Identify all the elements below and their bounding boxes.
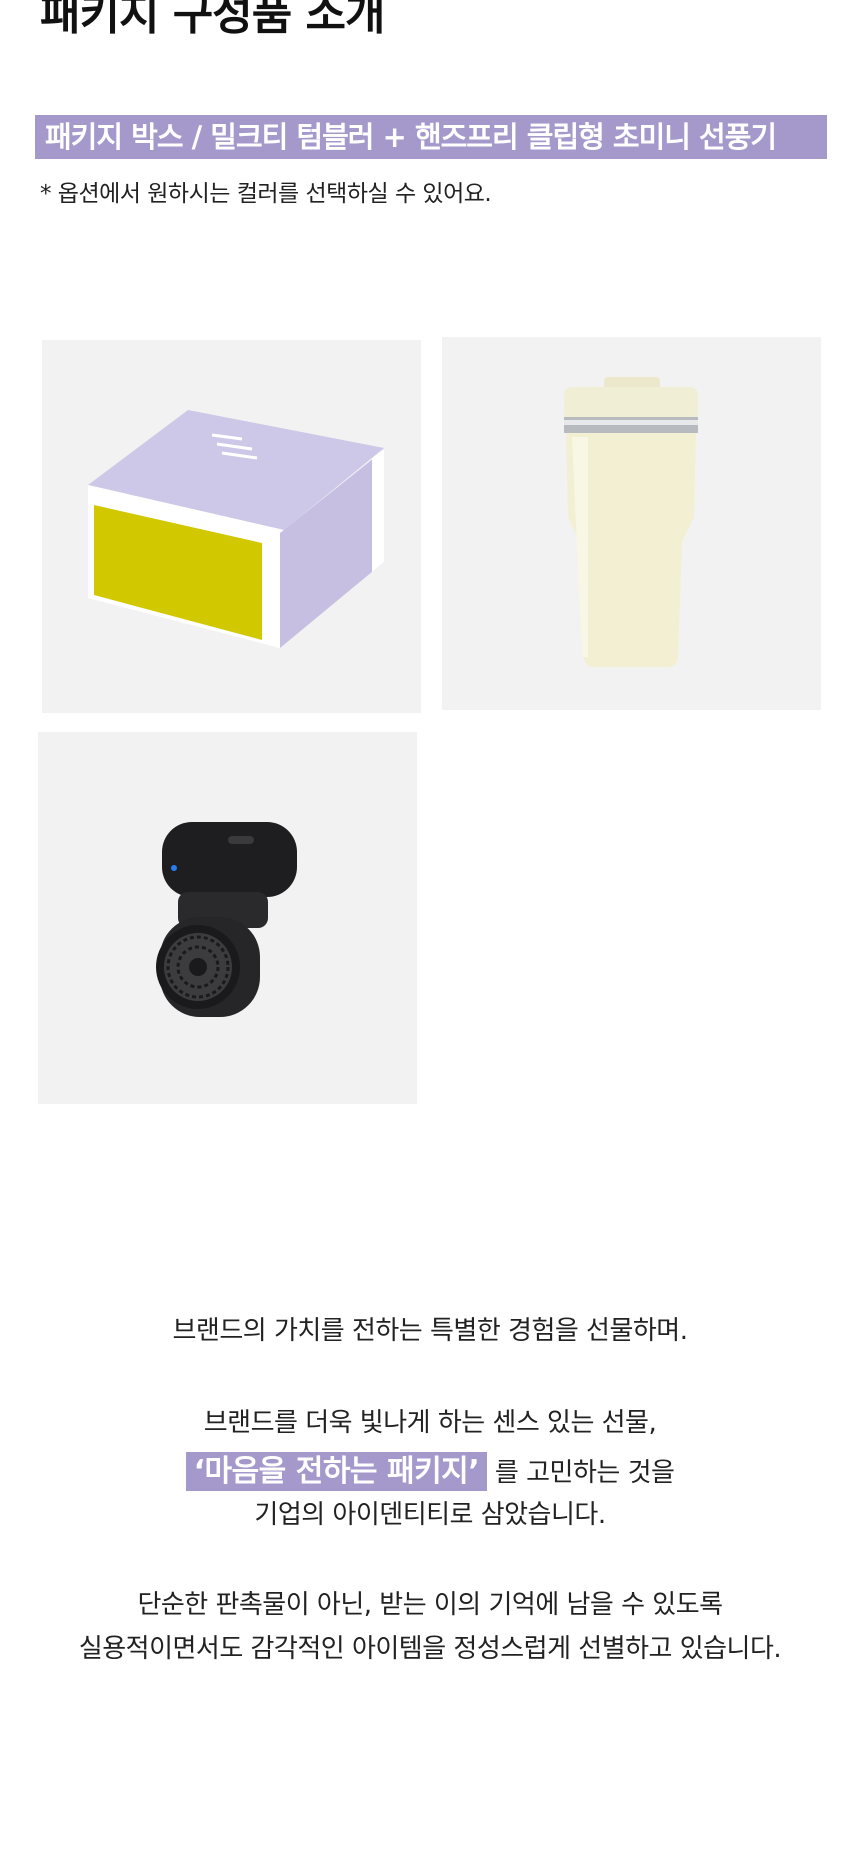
section-title: 패키지 구성품 소개	[40, 0, 385, 40]
highlight-phrase: ‘마음을 전하는 패키지’	[185, 1452, 488, 1491]
description-line-4: 기업의 아이덴티티로 삼았습니다.	[254, 1500, 606, 1530]
mini-fan-image	[38, 732, 417, 1104]
package-contents-banner: 패키지 박스 / 밀크티 텀블러 + 핸즈프리 클립형 초미니 선풍기	[35, 115, 827, 159]
tumbler-image	[442, 337, 821, 710]
package-box-image	[42, 340, 421, 713]
description-line-5: 단순한 판촉물이 아닌, 받는 이의 기억에 남을 수 있도록	[137, 1590, 723, 1620]
description-line-6: 실용적이면서도 감각적인 아이템을 정성스럽게 선별하고 있습니다.	[78, 1634, 782, 1664]
description-line-2: 브랜드를 더욱 빛나게 하는 센스 있는 선물,	[203, 1408, 657, 1438]
color-option-note: * 옵션에서 원하시는 컬러를 선택하실 수 있어요.	[40, 181, 492, 207]
description-line-1: 브랜드의 가치를 전하는 특별한 경험을 선물하며.	[172, 1316, 689, 1346]
description-line-3: ‘마음을 전하는 패키지’ 를 고민하는 것을	[0, 1446, 860, 1491]
description-line-3-suffix: 를 고민하는 것을	[487, 1458, 675, 1488]
